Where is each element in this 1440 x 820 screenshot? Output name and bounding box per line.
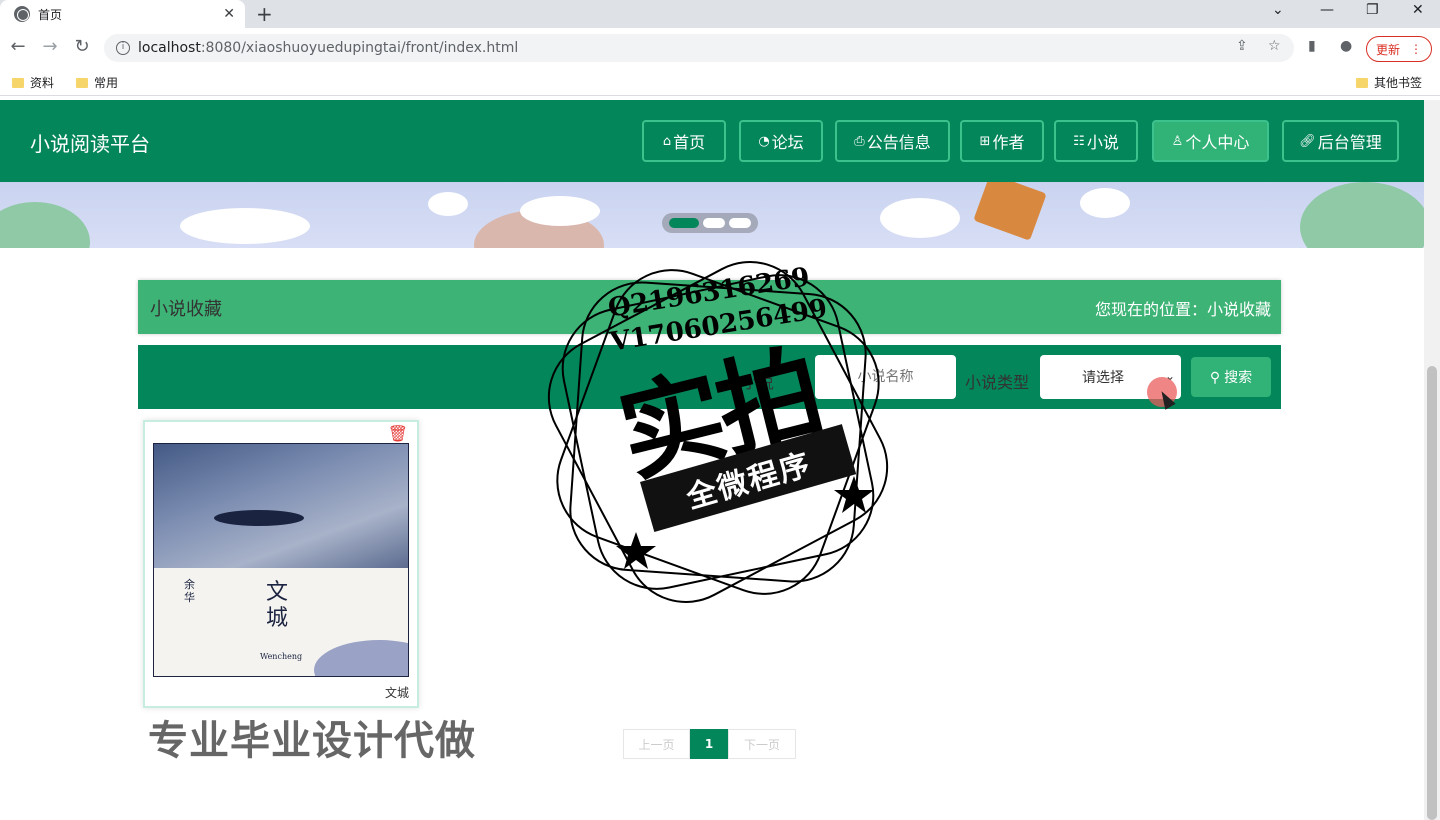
globe-icon xyxy=(14,6,30,22)
folder-icon xyxy=(1356,77,1368,88)
banner-decoration xyxy=(180,208,310,244)
bookmarks-bar: 资料 常用 其他书签 xyxy=(0,68,1440,96)
bookmark-label: 资料 xyxy=(30,76,55,90)
bookmark-label: 常用 xyxy=(94,76,119,90)
nav-forum[interactable]: ◔ 论坛 xyxy=(739,120,823,162)
prev-page-button[interactable]: 上一页 xyxy=(623,729,690,759)
nav-author[interactable]: ⊞ 作者 xyxy=(960,120,1044,162)
book-cover[interactable]: 余华 文 城 Wencheng xyxy=(153,443,409,677)
url-path: :8080/xiaoshuoyuedupingtai/front/index.h… xyxy=(200,40,519,56)
banner-decoration xyxy=(880,198,960,238)
user-icon: ♙ xyxy=(1171,133,1184,149)
nav-label: 个人中心 xyxy=(1185,133,1250,152)
search-button[interactable]: ⚲ 搜索 xyxy=(1191,357,1271,397)
nav-admin[interactable]: 🔗︎ 后台管理 xyxy=(1282,120,1399,162)
carousel-dot[interactable] xyxy=(669,218,699,228)
carousel-indicator xyxy=(662,213,758,233)
banner-decoration xyxy=(1300,182,1424,248)
banner-carousel xyxy=(0,182,1424,248)
page-number[interactable]: 1 xyxy=(690,729,728,759)
banner-decoration xyxy=(428,192,468,216)
search-icon: ⚲ xyxy=(1209,368,1221,385)
browser-tab[interactable]: 首页 ✕ xyxy=(0,0,245,28)
carousel-dot[interactable] xyxy=(703,218,725,228)
cover-art xyxy=(214,510,304,526)
novel-name-input[interactable] xyxy=(815,355,956,399)
banner-decoration xyxy=(0,202,90,248)
notice-icon: ⎙ xyxy=(854,133,865,149)
carousel-dot[interactable] xyxy=(729,218,751,228)
reload-icon[interactable]: ↻ xyxy=(70,36,94,57)
update-label: 更新 xyxy=(1375,42,1400,57)
chevron-down-icon[interactable]: ⌄ xyxy=(1272,2,1284,18)
folder-icon xyxy=(12,77,24,88)
cover-english-title: Wencheng xyxy=(260,652,303,661)
pagination: 上一页 1 下一页 xyxy=(623,729,796,759)
book-icon: ☷ xyxy=(1073,133,1085,149)
cover-author: 余华 xyxy=(184,578,195,604)
close-icon[interactable]: ✕ xyxy=(223,6,235,22)
nav-label: 公告信息 xyxy=(866,133,931,152)
nav-novel[interactable]: ☷ 小说 xyxy=(1054,120,1138,162)
home-icon: ⌂ xyxy=(662,133,672,149)
search-type-label: 小说类型 xyxy=(965,373,1030,392)
scrollbar-thumb[interactable] xyxy=(1427,366,1437,820)
cover-art xyxy=(314,640,408,676)
favorite-card[interactable]: 🗑︎ 余华 文 城 Wencheng 文城 xyxy=(143,420,419,708)
sidepanel-icon[interactable]: ▮ xyxy=(1308,38,1316,54)
forward-icon[interactable]: → xyxy=(38,36,62,57)
tab-title: 首页 xyxy=(38,7,63,22)
next-page-button[interactable]: 下一页 xyxy=(728,729,796,759)
cover-photo xyxy=(154,444,408,568)
window-close-icon[interactable]: ✕ xyxy=(1412,2,1424,18)
book-name[interactable]: 文城 xyxy=(385,684,409,701)
restore-icon[interactable]: ❐ xyxy=(1366,2,1379,18)
banner-decoration xyxy=(1080,188,1130,218)
browser-tab-bar: 首页 ✕ + ⌄ — ❐ ✕ xyxy=(0,0,1440,28)
site-title: 小说阅读平台 xyxy=(30,132,150,156)
profile-icon[interactable]: ● xyxy=(1340,38,1352,54)
update-button[interactable]: 更新 ⋮ xyxy=(1366,36,1432,62)
folder-icon xyxy=(76,77,88,88)
link-icon: 🔗︎ xyxy=(1299,133,1316,149)
nav-label: 后台管理 xyxy=(1317,133,1382,152)
watermark-bottom: 专业毕业设计代做 xyxy=(148,718,476,764)
nav-home[interactable]: ⌂ 首页 xyxy=(642,120,726,162)
trash-icon[interactable]: 🗑︎ xyxy=(388,424,408,443)
select-value: 请选择 xyxy=(1082,370,1124,386)
cover-title-2: 城 xyxy=(266,606,289,631)
section-title: 小说收藏 xyxy=(150,299,222,320)
nav-label: 首页 xyxy=(673,133,706,152)
bookmark-folder[interactable]: 资料 xyxy=(12,74,54,91)
forum-icon: ◔ xyxy=(758,133,770,149)
banner-decoration xyxy=(973,182,1047,241)
star-icon[interactable]: ☆ xyxy=(1268,38,1281,54)
nav-user-center[interactable]: ♙ 个人中心 xyxy=(1152,120,1269,162)
other-bookmarks-label: 其他书签 xyxy=(1374,76,1423,90)
site-header: 小说阅读平台 ⌂ 首页 ◔ 论坛 ⎙ 公告信息 ⊞ 作者 ☷ 小说 ♙ 个人中心 🔗︎ 后台管… xyxy=(0,100,1424,182)
share-icon[interactable]: ⇪ xyxy=(1236,38,1248,54)
nav-label: 小说 xyxy=(1086,133,1119,152)
banner-decoration xyxy=(520,196,600,226)
new-tab-icon[interactable]: + xyxy=(256,2,273,26)
breadcrumb: 您现在的位置：小说收藏 xyxy=(1094,300,1271,319)
nav-label: 作者 xyxy=(992,133,1025,152)
address-bar[interactable]: i localhost:8080/xiaoshuoyuedupingtai/fr… xyxy=(104,34,1294,62)
more-icon: ⋮ xyxy=(1410,42,1422,56)
nav-notice[interactable]: ⎙ 公告信息 xyxy=(835,120,950,162)
nav-label: 论坛 xyxy=(771,133,804,152)
search-button-label: 搜索 xyxy=(1224,369,1253,385)
minimize-icon[interactable]: — xyxy=(1320,2,1334,18)
back-icon[interactable]: ← xyxy=(6,36,30,57)
bookmark-folder[interactable]: 常用 xyxy=(76,74,118,91)
other-bookmarks[interactable]: 其他书签 xyxy=(1356,74,1422,91)
url-host: localhost xyxy=(138,40,201,56)
info-icon[interactable]: i xyxy=(116,41,130,55)
author-icon: ⊞ xyxy=(979,133,991,149)
